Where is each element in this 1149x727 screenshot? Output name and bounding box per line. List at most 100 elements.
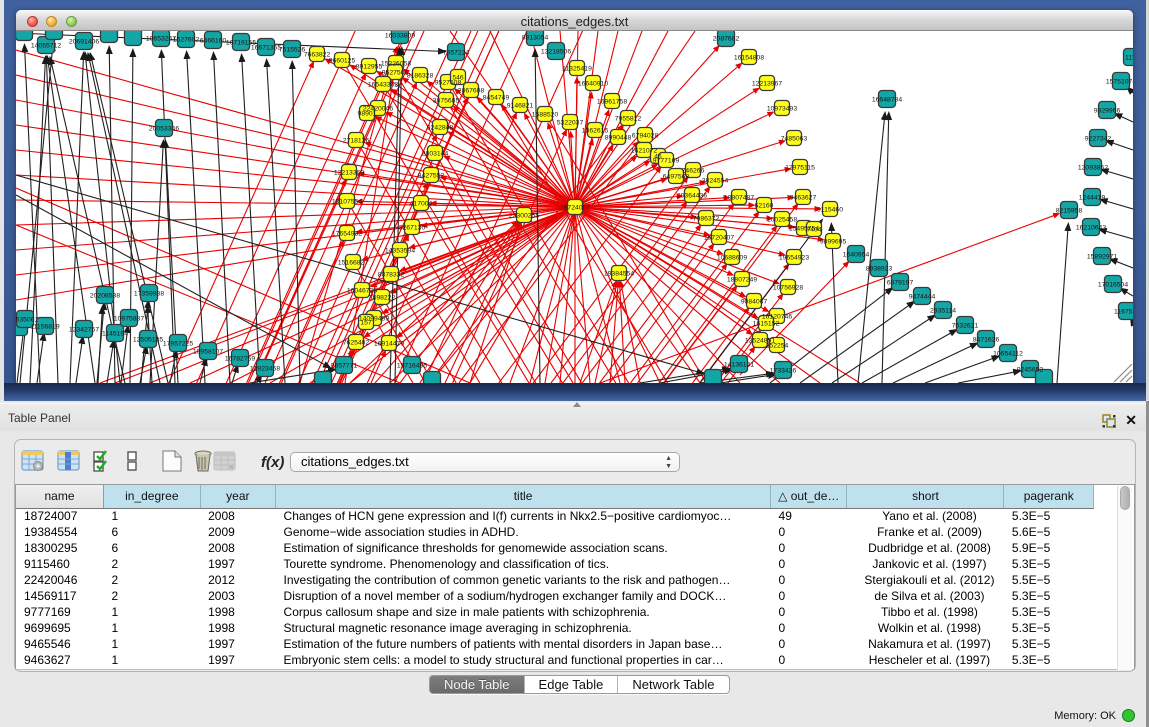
svg-text:417004: 417004 <box>410 201 433 208</box>
svg-text:12923468: 12923468 <box>250 366 280 373</box>
svg-text:16033809: 16033809 <box>385 33 415 40</box>
svg-text:9329966: 9329966 <box>1094 108 1121 115</box>
svg-text:9242848: 9242848 <box>427 125 454 132</box>
svg-text:3498222: 3498222 <box>369 295 396 302</box>
svg-text:16914479: 16914479 <box>374 341 404 348</box>
svg-text:2935114: 2935114 <box>930 308 956 315</box>
svg-text:9657771: 9657771 <box>331 363 358 370</box>
svg-text:16640910: 16640910 <box>578 81 608 88</box>
svg-text:16671355: 16671355 <box>251 45 281 52</box>
svg-text:252254: 252254 <box>766 343 789 350</box>
svg-text:3875685: 3875685 <box>433 98 460 105</box>
svg-text:20691406: 20691406 <box>69 39 99 46</box>
svg-text:1640954: 1640954 <box>843 252 870 259</box>
svg-text:16210643: 16210643 <box>1076 225 1106 232</box>
svg-text:546: 546 <box>452 75 464 82</box>
svg-text:20053346: 20053346 <box>149 126 179 133</box>
svg-text:5635061: 5635061 <box>16 317 38 324</box>
svg-text:16120746: 16120746 <box>762 314 792 321</box>
svg-text:8990448: 8990448 <box>605 135 632 142</box>
svg-text:7632621: 7632621 <box>952 323 979 330</box>
svg-text:7515526: 7515526 <box>279 47 306 54</box>
svg-text:6794028: 6794028 <box>632 133 659 140</box>
svg-text:12342757: 12342757 <box>69 327 99 334</box>
svg-text:16543362: 16543362 <box>368 82 398 89</box>
svg-text:6466160: 6466160 <box>200 38 227 45</box>
svg-text:14136141: 14136141 <box>724 362 754 369</box>
svg-text:16961758: 16961758 <box>597 99 627 106</box>
svg-text:8938923: 8938923 <box>866 266 893 273</box>
svg-text:8454749: 8454749 <box>483 95 510 102</box>
svg-text:12505135: 12505135 <box>133 337 163 344</box>
svg-text:13218506: 13218506 <box>541 49 571 56</box>
svg-text:10958107: 10958107 <box>193 349 223 356</box>
svg-text:17016504: 17016504 <box>1098 282 1128 289</box>
svg-text:16154808: 16154808 <box>734 55 764 62</box>
svg-text:15226058: 15226058 <box>381 61 411 68</box>
svg-text:6497568: 6497568 <box>663 174 690 181</box>
svg-text:19654923: 19654923 <box>779 255 809 262</box>
svg-text:17359938: 17359938 <box>134 291 164 298</box>
svg-text:15751074: 15751074 <box>1106 79 1133 86</box>
svg-text:7485063: 7485063 <box>781 136 808 143</box>
svg-text:1112: 1112 <box>1125 55 1133 62</box>
svg-text:62160: 62160 <box>755 203 774 210</box>
svg-text:2867608: 2867608 <box>458 88 485 95</box>
svg-text:17654932: 17654932 <box>332 231 362 238</box>
svg-text:1362615: 1362615 <box>582 128 609 135</box>
svg-text:7663822: 7663822 <box>304 52 331 59</box>
svg-text:19384554: 19384554 <box>604 271 634 278</box>
svg-text:11325419: 11325419 <box>562 66 592 73</box>
svg-text:12093852: 12093852 <box>1078 165 1108 172</box>
svg-text:9146821: 9146821 <box>507 103 534 110</box>
svg-text:157: 157 <box>360 320 372 327</box>
svg-text:5322037: 5322037 <box>557 120 584 127</box>
svg-text:2803144: 2803144 <box>422 151 449 158</box>
svg-text:15166827: 15166827 <box>338 260 368 267</box>
svg-text:15720407: 15720407 <box>704 235 734 242</box>
svg-text:9527506: 9527506 <box>382 70 409 77</box>
svg-text:10107554: 10107554 <box>332 199 362 206</box>
svg-text:1145194: 1145194 <box>102 331 128 338</box>
svg-text:8215958: 8215958 <box>1056 208 1083 215</box>
svg-text:14353594: 14353594 <box>385 248 415 255</box>
svg-text:1588520: 1588520 <box>532 112 559 119</box>
svg-text:1615152: 1615152 <box>753 321 780 328</box>
svg-text:10688609: 10688609 <box>717 255 747 262</box>
svg-text:9245652: 9245652 <box>1017 367 1044 374</box>
svg-text:18724007: 18724007 <box>560 205 590 212</box>
svg-text:9084067: 9084067 <box>741 299 768 306</box>
svg-text:7357224: 7357224 <box>443 50 470 57</box>
svg-text:3267130: 3267130 <box>399 225 426 232</box>
svg-text:3824554: 3824554 <box>702 178 729 185</box>
svg-text:7404: 7404 <box>806 227 821 234</box>
svg-text:20364436: 20364436 <box>677 193 707 200</box>
svg-text:2718126: 2718126 <box>343 138 370 145</box>
svg-text:12213967: 12213967 <box>752 81 782 88</box>
svg-text:1527602: 1527602 <box>173 37 200 44</box>
svg-text:8813054: 8813054 <box>522 35 549 42</box>
svg-text:7625402: 7625402 <box>343 340 370 347</box>
svg-text:9115460: 9115460 <box>817 207 843 214</box>
svg-text:10973493: 10973493 <box>767 106 797 113</box>
svg-text:1244419: 1244419 <box>1079 195 1106 202</box>
svg-text:1167533: 1167533 <box>1114 309 1133 316</box>
svg-text:8878332: 8878332 <box>378 272 405 279</box>
svg-text:8471626: 8471626 <box>973 337 1000 344</box>
svg-text:98901: 98901 <box>358 111 377 118</box>
svg-text:2087682: 2087682 <box>713 36 740 43</box>
svg-text:18807249: 18807249 <box>727 277 757 284</box>
svg-text:9660125: 9660125 <box>329 58 356 65</box>
svg-text:17957225: 17957225 <box>163 341 193 348</box>
svg-text:12975115: 12975115 <box>785 165 815 172</box>
svg-text:10807487: 10807487 <box>724 195 754 202</box>
svg-text:1733426: 1733426 <box>770 368 797 375</box>
svg-text:7986372: 7986372 <box>693 216 720 223</box>
svg-text:23300255: 23300255 <box>509 213 539 220</box>
svg-text:8427552: 8427552 <box>418 173 445 180</box>
svg-text:10025458: 10025458 <box>767 217 797 224</box>
svg-text:8186328: 8186328 <box>407 73 434 80</box>
svg-text:16648784: 16648784 <box>872 97 902 104</box>
svg-text:15892971: 15892971 <box>1087 254 1117 261</box>
svg-text:11156819: 11156819 <box>30 324 59 331</box>
